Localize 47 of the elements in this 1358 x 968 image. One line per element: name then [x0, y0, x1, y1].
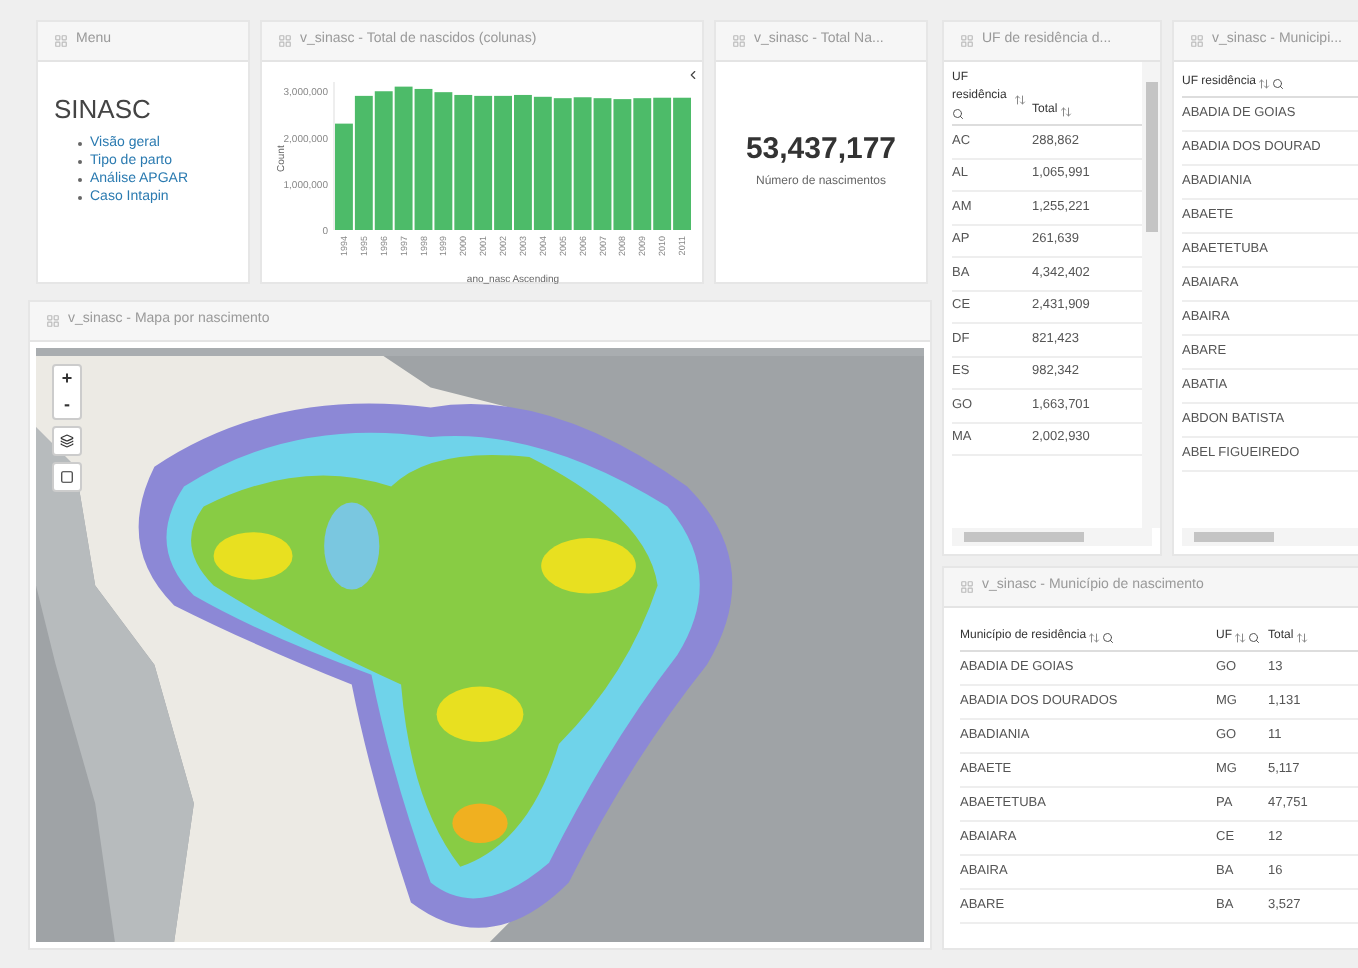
- bar: [514, 94, 532, 230]
- bar: [414, 88, 433, 230]
- big-number: 53,437,177: [745, 130, 897, 171]
- grid-icon: [960, 34, 974, 48]
- bar: [454, 94, 473, 230]
- bar: [374, 91, 393, 230]
- grid-icon: [1190, 34, 1204, 48]
- horizontal-scrollbar[interactable]: [1182, 528, 1358, 546]
- grid-icon: [278, 34, 292, 48]
- sort-icon[interactable]: [1258, 77, 1271, 89]
- square-icon: [60, 470, 74, 484]
- bar: [573, 97, 592, 230]
- bar: [494, 95, 512, 230]
- bar: [394, 86, 413, 230]
- collapse-icon[interactable]: [686, 68, 700, 82]
- grid-icon: [732, 34, 746, 48]
- search-icon[interactable]: [1272, 77, 1285, 89]
- map-tool-button[interactable]: [52, 426, 82, 456]
- sort-icon[interactable]: [1234, 631, 1246, 643]
- vertical-scrollbar[interactable]: [1142, 62, 1160, 528]
- horizontal-scrollbar[interactable]: [952, 528, 1152, 546]
- zoom-button[interactable]: +: [54, 366, 80, 392]
- bar: [553, 98, 572, 230]
- bar: [533, 96, 552, 230]
- bar: [653, 97, 672, 230]
- zoom-button[interactable]: -: [54, 392, 80, 418]
- bar: [673, 97, 691, 230]
- bar: [474, 95, 493, 230]
- bar: [593, 98, 612, 230]
- grid-icon: [46, 314, 60, 328]
- sort-icon[interactable]: [1088, 631, 1101, 643]
- sort-icon[interactable]: [1295, 631, 1308, 643]
- bar: [633, 98, 652, 230]
- bar: [354, 95, 373, 230]
- bar: [613, 99, 632, 230]
- search-icon[interactable]: [952, 108, 964, 120]
- grid-icon: [54, 34, 68, 48]
- layers-icon: [60, 434, 74, 448]
- sort-icon[interactable]: [1014, 94, 1026, 106]
- menu-heading: SINASC: [54, 94, 153, 127]
- sort-icon[interactable]: [1059, 105, 1072, 117]
- grid-icon: [960, 580, 974, 594]
- search-icon[interactable]: [1102, 631, 1115, 643]
- bar: [335, 123, 353, 230]
- search-icon[interactable]: [1248, 631, 1260, 643]
- map-tool-button[interactable]: [52, 462, 82, 492]
- bar: [434, 92, 453, 230]
